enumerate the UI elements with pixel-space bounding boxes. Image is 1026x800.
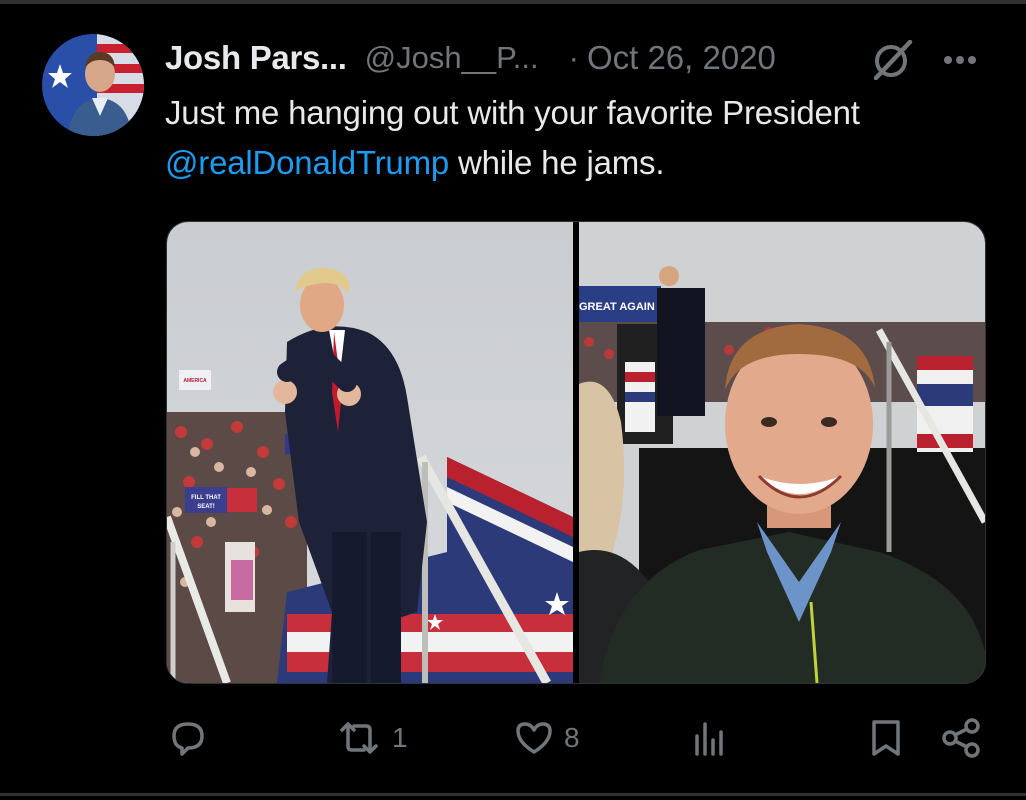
reply-button[interactable] [166,710,210,766]
bottom-divider [0,793,1026,796]
tweet-header: Josh Pars... @Josh__P... · Oct 26, 2020 [165,36,776,80]
mention-link[interactable]: @realDonaldTrump [165,144,449,181]
banner-text: GREAT AGAIN [579,301,655,313]
tweet-date[interactable]: Oct 26, 2020 [587,39,776,77]
svg-text:FILL THAT: FILL THAT [191,495,221,501]
action-bar: 1 8 [166,710,986,766]
retweet-icon [334,716,384,760]
like-button[interactable]: 8 [512,710,580,766]
share-button[interactable] [940,710,984,766]
svg-text:AMERICA: AMERICA [183,378,207,384]
views-icon [688,716,732,760]
separator-dot: · [568,40,579,75]
top-divider [0,0,1026,4]
grok-icon[interactable] [870,39,916,81]
like-count: 8 [564,722,580,753]
photo-left[interactable]: AMERICA FILL THAT SEAT! [167,222,573,683]
share-icon [940,716,984,760]
tweet-screenshot: Josh Pars... @Josh__P... · Oct 26, 2020 … [0,0,1026,800]
heart-icon [512,716,556,760]
user-handle[interactable]: @Josh__P... [365,40,539,76]
reply-icon [166,716,210,760]
retweet-button[interactable]: 1 [334,710,408,766]
tweet-text: Just me hanging out with your favorite P… [165,88,1005,188]
svg-text:SEAT!: SEAT! [197,504,215,510]
tweet-text-part2: while he jams. [449,144,665,181]
bookmark-button[interactable] [864,710,908,766]
retweet-count: 1 [392,722,408,753]
photo-right[interactable]: GREAT AGAIN [579,222,985,683]
more-icon[interactable] [938,44,982,76]
bookmark-icon [864,716,908,760]
media-grid[interactable]: AMERICA FILL THAT SEAT! GREAT AGAIN [166,221,986,684]
display-name[interactable]: Josh Pars... [165,39,347,77]
tweet-text-part1: Just me hanging out with your favorite P… [165,94,860,131]
avatar[interactable] [42,34,144,136]
views-button[interactable] [688,710,732,766]
